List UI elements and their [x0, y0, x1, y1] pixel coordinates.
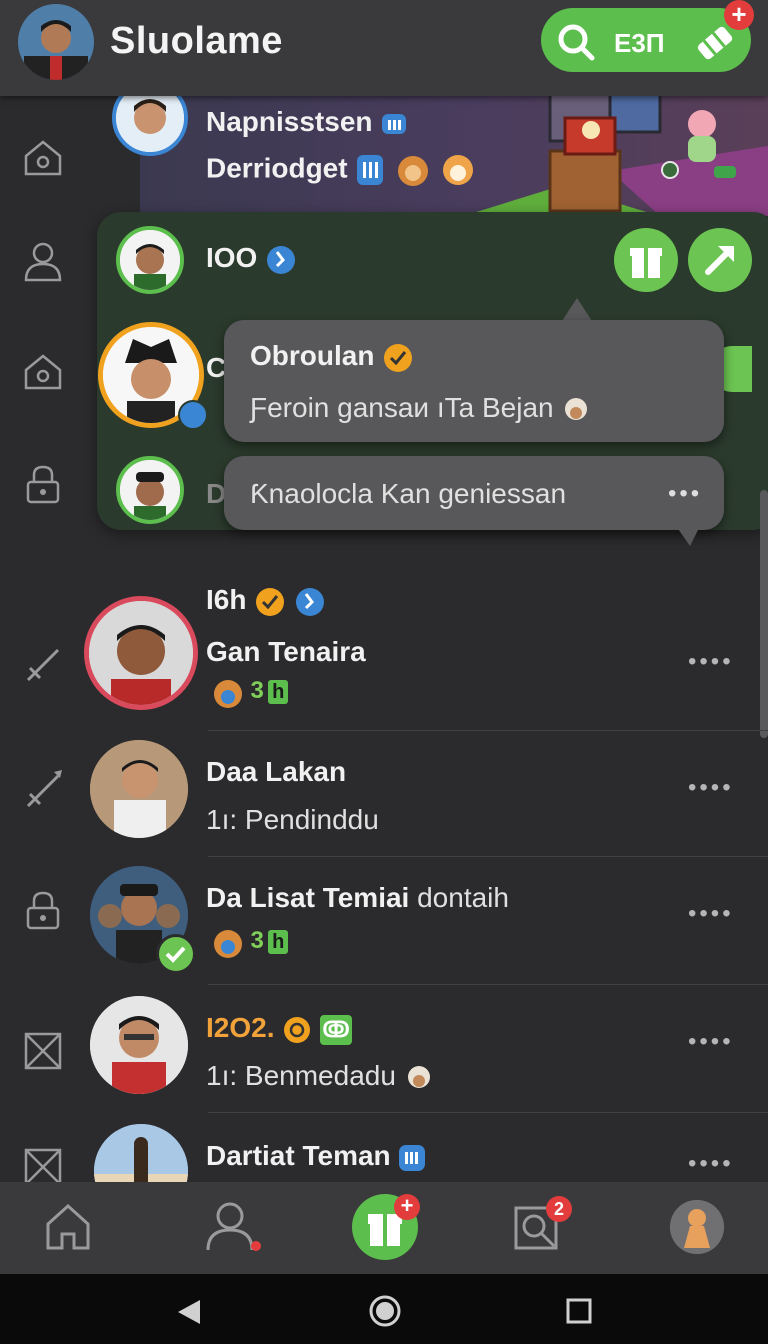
app-title: Sluolame [110, 20, 283, 62]
popup-title: Obroulan [250, 340, 414, 374]
share-button[interactable] [688, 228, 752, 292]
smile-face-icon [442, 155, 473, 185]
profile-nav-avatar[interactable] [670, 1200, 724, 1254]
chat-avatar[interactable] [84, 596, 198, 710]
lion-icon [214, 930, 242, 958]
chat-name: Dartiat Teman [206, 1140, 426, 1172]
chat-title: Ɩ6h [206, 584, 326, 618]
chat-name: Da Lisat Temiai dontaih [206, 882, 509, 913]
verified-blue-icon [382, 113, 407, 134]
house-lock-icon[interactable] [20, 134, 66, 180]
ticket-icon[interactable] [694, 22, 736, 64]
chat-meta: 3 h [210, 676, 289, 712]
row-divider [208, 730, 768, 731]
chat-title: Ɩ2O2. ↂ [206, 1012, 353, 1045]
verified-gold-icon [256, 587, 285, 616]
chat-preview: 1ı: Pendinddu [206, 804, 379, 835]
lock-icon[interactable] [20, 888, 66, 934]
search-nav-badge: 2 [546, 1196, 572, 1222]
pill-label: E3Π [614, 28, 665, 58]
group-member-avatar[interactable] [116, 226, 184, 294]
user-icon[interactable] [20, 238, 66, 284]
chat-menu-icon[interactable]: •••• [688, 774, 734, 802]
bottom-nav: + 2 [0, 1182, 768, 1274]
check-badge-icon [156, 934, 196, 974]
chat-meta: 3 h [210, 926, 289, 962]
message-text: Ƙnaolocla Kan geniessan [250, 478, 567, 509]
green-badge: ↂ [320, 1014, 353, 1045]
sword-icon[interactable] [20, 640, 66, 686]
verified-blue-icon [296, 587, 325, 616]
contact-name: Napnisstsen [206, 106, 408, 138]
home-circle-icon[interactable] [368, 1294, 402, 1328]
gift-button[interactable] [614, 228, 678, 292]
message-menu-icon[interactable]: ••• [668, 480, 702, 508]
chat-preview: 1ı: Benmedadu [206, 1060, 434, 1093]
sheep-icon [407, 1065, 430, 1088]
pill-notification-badge: + [724, 0, 754, 30]
row-divider [208, 984, 768, 985]
verified-blue-icon [267, 245, 296, 274]
search-icon[interactable] [556, 22, 596, 62]
lion-icon [214, 680, 242, 708]
system-nav-bar [0, 1274, 768, 1344]
count-badge: h [268, 930, 289, 955]
house-lock-icon[interactable] [20, 348, 66, 394]
bubble-tail [676, 526, 700, 546]
row-divider [208, 1112, 768, 1113]
verified-blue-icon [357, 155, 384, 185]
chat-menu-icon[interactable]: •••• [688, 900, 734, 928]
lion-icon [398, 156, 429, 186]
lock-icon[interactable] [20, 462, 66, 508]
gold-coin-icon [284, 1016, 311, 1043]
sheep-icon [565, 397, 588, 420]
chat-menu-icon[interactable]: •••• [688, 648, 734, 676]
chat-name: Gan Tenaira [206, 636, 366, 667]
gift-nav-badge: + [394, 1194, 420, 1220]
group-first-name: ƖOO [206, 242, 297, 276]
group-member-avatar[interactable] [116, 456, 184, 524]
recents-icon[interactable] [566, 1298, 592, 1324]
contact-subtitle: Derriodget [206, 152, 475, 188]
chat-avatar[interactable] [90, 740, 188, 838]
arrow-up-right-icon [705, 246, 734, 275]
row-divider [208, 856, 768, 857]
chat-avatar[interactable] [90, 996, 188, 1094]
friends-icon[interactable] [202, 1200, 264, 1256]
popup-line: Ƒeroin gansaи ıTa Beјan [250, 392, 591, 425]
sword-icon[interactable] [20, 766, 66, 812]
online-badge-icon [178, 400, 208, 430]
app-header: Sluolame E3Π + [0, 0, 768, 96]
count-badge: h [268, 680, 289, 705]
chat-menu-icon[interactable]: •••• [688, 1028, 734, 1056]
profile-avatar[interactable] [18, 4, 94, 80]
scrollbar[interactable] [760, 490, 768, 738]
back-icon[interactable] [176, 1298, 202, 1326]
home-icon[interactable] [44, 1202, 92, 1252]
verified-blue-icon [399, 1144, 426, 1171]
verified-gold-icon [384, 343, 413, 372]
chat-name: Daa Lakan [206, 756, 347, 787]
chat-menu-icon[interactable]: •••• [688, 1150, 734, 1178]
image-crossed-icon[interactable] [20, 1028, 66, 1074]
gift-icon [630, 248, 662, 278]
